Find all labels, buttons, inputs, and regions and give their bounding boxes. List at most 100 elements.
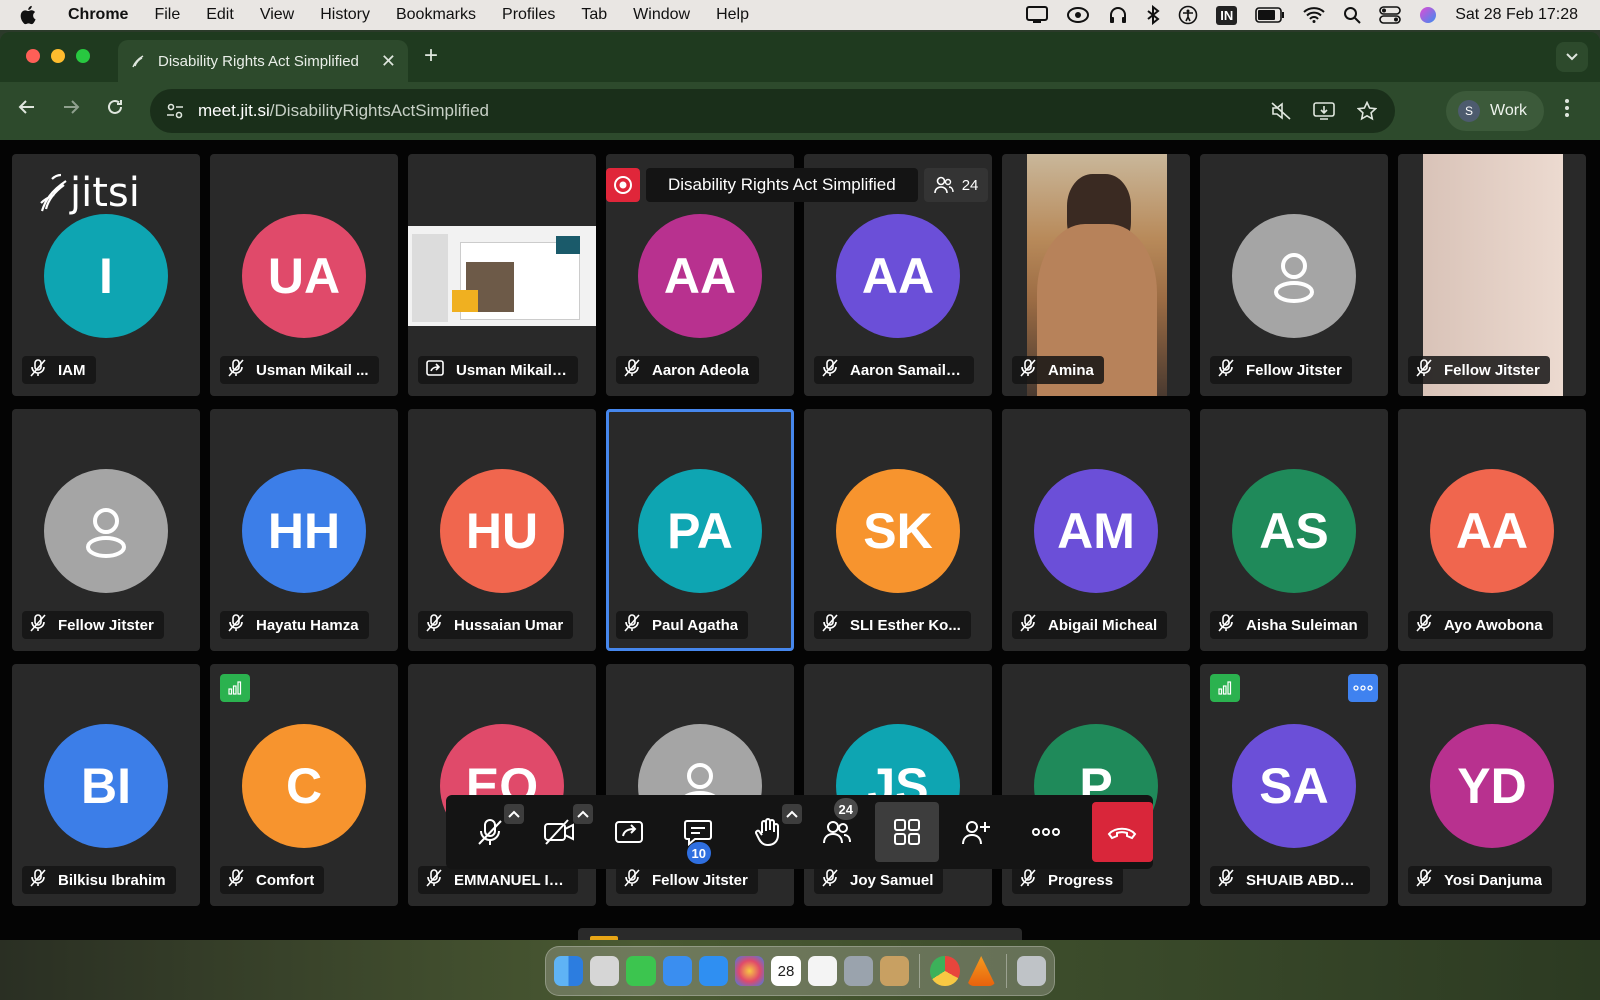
participant-count-badge[interactable]: 24 bbox=[923, 168, 989, 202]
reactions-options-button[interactable] bbox=[781, 804, 802, 824]
dock-reminders-icon[interactable] bbox=[807, 956, 837, 986]
menu-app-chrome[interactable]: Chrome bbox=[68, 6, 128, 24]
profile-button[interactable]: S Work bbox=[1446, 91, 1544, 131]
creative-cloud-icon[interactable] bbox=[1066, 6, 1090, 24]
participant-name: Usman Mikail ... bbox=[256, 361, 369, 379]
menu-tab[interactable]: Tab bbox=[581, 6, 607, 24]
participant-tile[interactable]: SA SHUAIB ABDO... bbox=[1200, 664, 1388, 906]
participants-button[interactable]: 24 bbox=[806, 798, 870, 862]
battery-icon[interactable] bbox=[1255, 7, 1285, 23]
participant-tile[interactable]: AA Ayo Awobona bbox=[1398, 409, 1586, 651]
tab-muted-icon[interactable] bbox=[1271, 102, 1291, 120]
maximize-window-button[interactable] bbox=[76, 49, 90, 63]
raise-hand-button[interactable] bbox=[736, 802, 802, 862]
menu-bookmarks[interactable]: Bookmarks bbox=[396, 6, 476, 24]
menu-history[interactable]: History bbox=[320, 6, 370, 24]
participant-tile[interactable]: PA Paul Agatha bbox=[606, 409, 794, 651]
dock-vlc-icon[interactable] bbox=[966, 956, 996, 986]
input-source-indicator[interactable]: IN bbox=[1216, 5, 1238, 25]
new-tab-button[interactable]: + bbox=[424, 42, 438, 70]
participant-tile[interactable]: Amina bbox=[1002, 154, 1190, 396]
tab-active[interactable]: Disability Rights Act Simplified ✕ bbox=[118, 40, 408, 82]
dock-app-store-icon[interactable] bbox=[698, 956, 729, 986]
browser-menu-button[interactable] bbox=[1564, 98, 1570, 124]
participant-tile[interactable]: P Progress bbox=[1002, 664, 1190, 906]
tile-view-button[interactable] bbox=[875, 802, 939, 862]
back-button[interactable] bbox=[18, 96, 36, 122]
connection-indicator[interactable] bbox=[220, 674, 250, 702]
camera-options-button[interactable] bbox=[573, 804, 593, 824]
participant-tile[interactable]: JS Joy Samuel bbox=[804, 664, 992, 906]
bluetooth-icon[interactable] bbox=[1146, 5, 1160, 25]
menu-view[interactable]: View bbox=[260, 6, 294, 24]
avatar: I bbox=[44, 214, 168, 338]
dock-preview-icon[interactable] bbox=[880, 956, 910, 986]
microphone-muted-icon bbox=[1020, 359, 1036, 381]
participant-tile[interactable]: UA Usman Mikail ... bbox=[210, 154, 398, 396]
dock-messages-icon[interactable] bbox=[626, 956, 656, 986]
minimize-window-button[interactable] bbox=[51, 49, 65, 63]
connection-indicator[interactable] bbox=[1210, 674, 1240, 702]
apple-menu-icon[interactable] bbox=[18, 4, 40, 26]
participant-tile[interactable]: SK SLI Esther Ko... bbox=[804, 409, 992, 651]
menu-profiles[interactable]: Profiles bbox=[502, 6, 555, 24]
hangup-button[interactable] bbox=[1091, 802, 1154, 862]
accessibility-icon[interactable] bbox=[1178, 5, 1198, 25]
microphone-button[interactable] bbox=[458, 802, 524, 862]
address-bar[interactable]: meet.jit.si/DisabilityRightsActSimplifie… bbox=[150, 89, 1395, 133]
participants-icon bbox=[933, 176, 954, 194]
participant-name: SLI Esther Ko... bbox=[850, 616, 961, 634]
dock-photos-icon[interactable] bbox=[735, 956, 765, 986]
jitsi-favicon-icon bbox=[132, 55, 144, 68]
participant-tile[interactable]: EO EMMANUEL ID... bbox=[408, 664, 596, 906]
participant-tile[interactable]: HU Hussaian Umar bbox=[408, 409, 596, 651]
forward-button[interactable] bbox=[62, 96, 80, 122]
menu-edit[interactable]: Edit bbox=[206, 6, 234, 24]
bookmark-star-icon[interactable] bbox=[1357, 101, 1377, 121]
participant-tile[interactable]: HH Hayatu Hamza bbox=[210, 409, 398, 651]
display-icon[interactable] bbox=[1026, 6, 1049, 24]
participant-tile[interactable]: C Comfort bbox=[210, 664, 398, 906]
microphone-options-button[interactable] bbox=[503, 804, 524, 824]
chat-button[interactable]: 10 bbox=[667, 802, 731, 864]
camera-button[interactable] bbox=[528, 802, 593, 862]
dock-launchpad-icon[interactable] bbox=[590, 956, 620, 986]
spotlight-search-icon[interactable] bbox=[1343, 6, 1361, 24]
site-settings-icon[interactable] bbox=[166, 102, 184, 120]
more-vertical-icon bbox=[1565, 99, 1569, 117]
participant-tile[interactable]: Usman Mikail ... bbox=[408, 154, 596, 396]
participant-menu-button[interactable] bbox=[1348, 674, 1378, 702]
tab-search-button[interactable] bbox=[1556, 42, 1588, 72]
dock-trash-icon[interactable] bbox=[1016, 956, 1046, 986]
menu-help[interactable]: Help bbox=[716, 6, 749, 24]
headphones-icon[interactable] bbox=[1108, 5, 1128, 25]
share-screen-button[interactable] bbox=[597, 802, 661, 862]
dock-system-settings-icon[interactable] bbox=[843, 956, 874, 986]
dock-finder-icon[interactable] bbox=[554, 956, 584, 986]
participant-tile[interactable]: AS Aisha Suleiman bbox=[1200, 409, 1388, 651]
tab-close-icon[interactable]: ✕ bbox=[381, 51, 396, 72]
clock[interactable]: Sat 28 Feb 17:28 bbox=[1455, 6, 1578, 24]
participant-tile[interactable]: YD Yosi Danjuma bbox=[1398, 664, 1586, 906]
wifi-icon[interactable] bbox=[1303, 7, 1325, 23]
participant-tile[interactable]: Fellow Jitster bbox=[1398, 154, 1586, 396]
microphone-muted-icon bbox=[30, 869, 46, 891]
participant-tile[interactable]: Fellow Jitster bbox=[1200, 154, 1388, 396]
install-app-icon[interactable] bbox=[1313, 102, 1335, 120]
recording-indicator[interactable] bbox=[606, 168, 640, 202]
invite-button[interactable] bbox=[945, 802, 1009, 862]
participant-tile[interactable]: Fellow Jitster bbox=[12, 409, 200, 651]
reload-button[interactable] bbox=[106, 96, 124, 122]
participant-tile[interactable]: BI Bilkisu Ibrahim bbox=[12, 664, 200, 906]
participant-tile[interactable]: AM Abigail Micheal bbox=[1002, 409, 1190, 651]
control-center-icon[interactable] bbox=[1379, 6, 1402, 24]
more-actions-button[interactable] bbox=[1014, 802, 1078, 862]
dock-calendar-icon[interactable]: 28 bbox=[771, 956, 801, 986]
menu-file[interactable]: File bbox=[154, 6, 180, 24]
dock-chrome-icon[interactable] bbox=[930, 956, 960, 986]
menu-window[interactable]: Window bbox=[633, 6, 690, 24]
participant-tile[interactable]: Fellow Jitster bbox=[606, 664, 794, 906]
siri-icon[interactable] bbox=[1419, 6, 1437, 24]
dock-mail-icon[interactable] bbox=[662, 956, 692, 986]
close-window-button[interactable] bbox=[26, 49, 40, 63]
